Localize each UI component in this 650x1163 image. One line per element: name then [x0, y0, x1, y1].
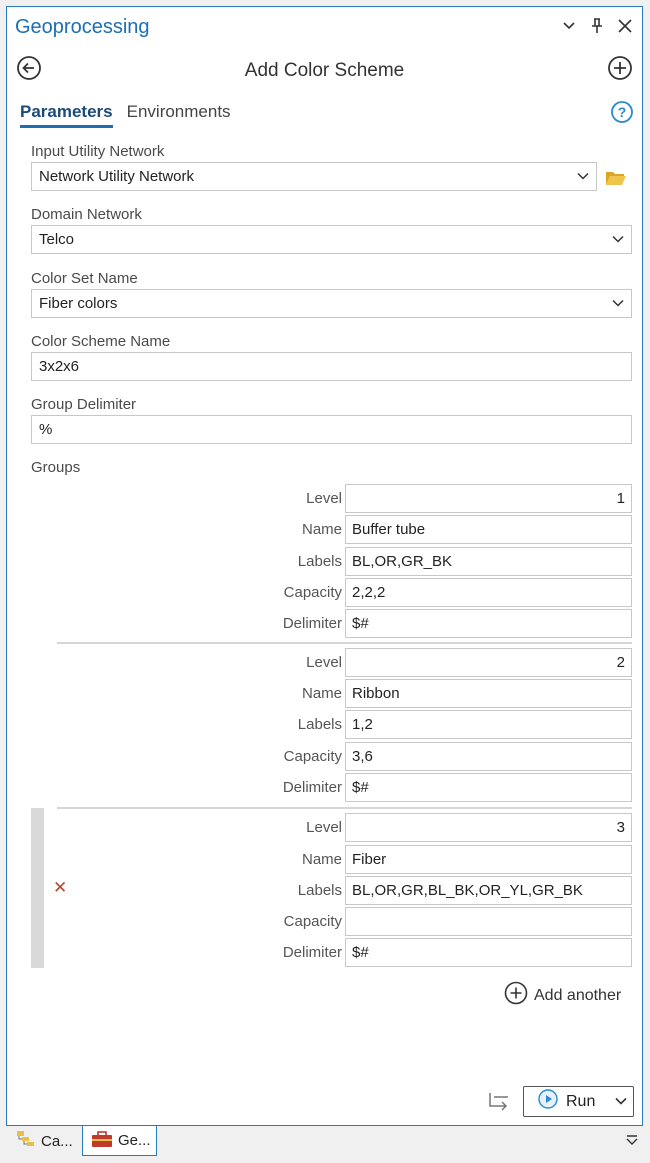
run-label: Run: [566, 1092, 596, 1110]
group-1-capacity-row: Capacity 2,2,2: [7, 578, 642, 607]
group-3-level-input[interactable]: 3: [345, 813, 632, 842]
pin-icon[interactable]: [588, 17, 606, 35]
group-2-name-input[interactable]: Ribbon: [345, 679, 632, 708]
help-icon[interactable]: ?: [610, 100, 634, 128]
level-label: Level: [306, 654, 342, 671]
group-1-labels-row: Labels BL,OR,GR_BK: [7, 547, 642, 576]
dock-tabs: Ca... Ge...: [0, 1126, 650, 1163]
chevron-down-icon: [577, 169, 589, 186]
group-3-delimiter-input[interactable]: $#: [345, 938, 632, 967]
group-2-name-row: Name Ribbon: [7, 679, 642, 708]
chevron-down-icon: [612, 232, 624, 249]
domain-network-value: Telco: [39, 231, 75, 248]
tab-catalog-label: Ca...: [41, 1132, 73, 1150]
group-1-level-row: Level 1: [7, 484, 642, 513]
color-set-name-select[interactable]: Fiber colors: [31, 289, 632, 318]
tab-parameters[interactable]: Parameters: [20, 102, 113, 128]
group-2-capacity-input[interactable]: 3,6: [345, 742, 632, 771]
add-circle-icon[interactable]: [607, 55, 633, 85]
pane-titlebar: Geoprocessing: [7, 7, 642, 47]
input-utility-network-label: Input Utility Network: [31, 143, 165, 160]
color-scheme-name-label: Color Scheme Name: [31, 333, 171, 350]
swap-icon[interactable]: [487, 1091, 511, 1117]
tool-header: Add Color Scheme: [7, 51, 642, 91]
labels-label: Labels: [297, 882, 342, 899]
name-label: Name: [301, 851, 342, 868]
pane-title: Geoprocessing: [15, 16, 150, 38]
group-1-delimiter-row: Delimiter $#: [7, 609, 642, 638]
name-label: Name: [301, 521, 342, 538]
tab-geoprocessing[interactable]: Ge...: [82, 1126, 157, 1156]
group-1-level-input[interactable]: 1: [345, 484, 632, 513]
group-2-capacity-row: Capacity 3,6: [7, 742, 642, 771]
overflow-menu-icon[interactable]: [626, 1134, 638, 1151]
group-3-delimiter-row: Delimiter $#: [7, 938, 642, 967]
chevron-down-icon: [612, 296, 624, 313]
run-bar: Run: [7, 1085, 642, 1125]
toolbox-icon: [91, 1130, 113, 1152]
input-utility-network-select[interactable]: Network Utility Network: [31, 162, 597, 191]
catalog-icon: [16, 1130, 36, 1152]
color-scheme-name-input[interactable]: 3x2x6: [31, 352, 632, 381]
add-another-label: Add another: [534, 986, 622, 1004]
input-utility-network-value: Network Utility Network: [39, 168, 195, 185]
group-2-labels-input[interactable]: 1,2: [345, 710, 632, 739]
group-3-name-row: Name Fiber: [7, 845, 642, 874]
tab-geoprocessing-label: Ge...: [118, 1132, 151, 1149]
domain-network-label: Domain Network: [31, 206, 142, 223]
chevron-down-icon[interactable]: [615, 1094, 627, 1112]
delimiter-label: Delimiter: [282, 944, 342, 961]
tab-environments[interactable]: Environments: [127, 102, 231, 128]
chevron-down-icon[interactable]: [560, 17, 578, 35]
group-1-labels-input[interactable]: BL,OR,GR_BK: [345, 547, 632, 576]
name-label: Name: [301, 685, 342, 702]
capacity-label: Capacity: [283, 748, 342, 765]
color-set-name-label: Color Set Name: [31, 270, 138, 287]
add-another-button[interactable]: Add another: [504, 981, 621, 1010]
close-icon[interactable]: [616, 17, 634, 35]
group-divider: [57, 642, 632, 644]
level-label: Level: [306, 819, 342, 836]
group-divider: [57, 807, 632, 809]
group-3-name-input[interactable]: Fiber: [345, 845, 632, 874]
group-1-capacity-input[interactable]: 2,2,2: [345, 578, 632, 607]
group-1-name-input[interactable]: Buffer tube: [345, 515, 632, 544]
group-1-delimiter-input[interactable]: $#: [345, 609, 632, 638]
color-set-name-value: Fiber colors: [39, 295, 118, 312]
tool-title: Add Color Scheme: [244, 60, 405, 81]
tab-catalog[interactable]: Ca...: [8, 1126, 81, 1156]
run-button[interactable]: Run: [523, 1086, 634, 1117]
group-delimiter-input[interactable]: %: [31, 415, 632, 444]
group-2-level-input[interactable]: 2: [345, 648, 632, 677]
svg-text:?: ?: [618, 104, 627, 120]
capacity-label: Capacity: [283, 913, 342, 930]
group-3-labels-input[interactable]: BL,OR,GR,BL_BK,OR_YL,GR_BK: [345, 876, 632, 905]
tool-tabs: Parameters Environments: [20, 102, 231, 128]
delimiter-label: Delimiter: [282, 615, 342, 632]
capacity-label: Capacity: [283, 584, 342, 601]
play-icon: [538, 1089, 558, 1114]
geoprocessing-pane: Geoprocessing Add Color Scheme Parameter…: [6, 6, 643, 1126]
labels-label: Labels: [297, 553, 342, 570]
delimiter-label: Delimiter: [282, 779, 342, 796]
group-2-delimiter-row: Delimiter $#: [7, 773, 642, 802]
group-3-labels-row: Labels BL,OR,GR,BL_BK,OR_YL,GR_BK: [7, 876, 642, 905]
group-delimiter-label: Group Delimiter: [31, 396, 137, 413]
domain-network-select[interactable]: Telco: [31, 225, 632, 254]
group-2-level-row: Level 2: [7, 648, 642, 677]
group-3-capacity-input[interactable]: [345, 907, 632, 936]
add-circle-icon: [504, 981, 528, 1010]
group-3-level-row: Level 3: [7, 813, 642, 842]
level-label: Level: [306, 490, 342, 507]
group-3-capacity-row: Capacity: [7, 907, 642, 936]
group-1-name-row: Name Buffer tube: [7, 515, 642, 544]
group-2-delimiter-input[interactable]: $#: [345, 773, 632, 802]
group-2-labels-row: Labels 1,2: [7, 710, 642, 739]
folder-icon[interactable]: [605, 169, 627, 191]
labels-label: Labels: [297, 716, 342, 733]
groups-label: Groups: [31, 459, 81, 476]
